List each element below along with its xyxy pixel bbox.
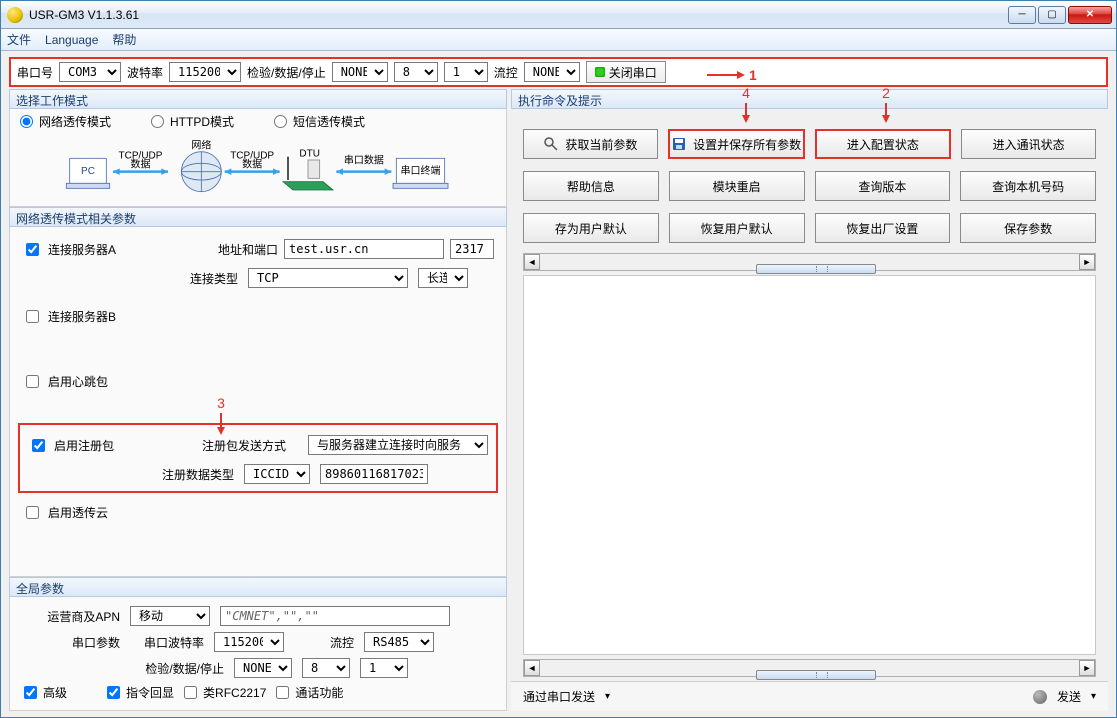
- send-button[interactable]: 发送: [1057, 688, 1081, 705]
- scroll-right-icon[interactable]: ►: [1079, 254, 1095, 270]
- g-parity-select[interactable]: NONE: [234, 658, 292, 678]
- port-led-icon: [595, 67, 605, 77]
- conn-a-check[interactable]: [26, 243, 39, 256]
- mode-diagram: PC TCP/UDP 数据 网络 TCP/UDP 数据: [10, 134, 506, 206]
- get-params-button[interactable]: 获取当前参数: [523, 129, 658, 159]
- serial-toolbar: 串口号 COM3 波特率 115200 检验/数据/停止 NONE 8 1 流控…: [9, 57, 1108, 87]
- g-data-select[interactable]: 8: [302, 658, 350, 678]
- search-icon: [543, 136, 559, 152]
- heartbeat-check[interactable]: [26, 375, 39, 388]
- baud-select[interactable]: 115200: [169, 62, 241, 82]
- annot-3: 3: [214, 395, 228, 411]
- factory-button[interactable]: 恢复出厂设置: [815, 213, 951, 243]
- titlebar: USR-GM3 V1.1.3.61 ─ ▢ ✕: [1, 1, 1116, 29]
- adv-check[interactable]: 高级: [24, 684, 67, 701]
- app-icon: [7, 7, 23, 23]
- reg-type-select[interactable]: ICCID: [244, 464, 310, 484]
- flow-select[interactable]: NONE: [524, 62, 580, 82]
- dropdown-icon[interactable]: ▾: [1091, 691, 1096, 702]
- mode-net-radio[interactable]: 网络透传模式: [20, 113, 111, 130]
- mode-sms-radio[interactable]: 短信透传模式: [274, 113, 365, 130]
- mode-section-title: 选择工作模式: [9, 89, 507, 109]
- svg-text:DTU: DTU: [299, 149, 320, 160]
- annot-4: 4: [739, 85, 753, 101]
- minimize-button[interactable]: ─: [1008, 6, 1036, 24]
- help-button[interactable]: 帮助信息: [523, 171, 659, 201]
- stopbits-select[interactable]: 1: [444, 62, 488, 82]
- reg-enable-check[interactable]: [32, 439, 45, 452]
- parity-select[interactable]: NONE: [332, 62, 388, 82]
- scroll-left-icon[interactable]: ◄: [524, 660, 540, 676]
- enter-comm-button[interactable]: 进入通讯状态: [961, 129, 1096, 159]
- reg-data-input[interactable]: [320, 464, 428, 484]
- save-user-button[interactable]: 存为用户默认: [523, 213, 659, 243]
- send-status-icon: [1033, 690, 1047, 704]
- global-title: 全局参数: [9, 577, 507, 597]
- restore-user-button[interactable]: 恢复用户默认: [669, 213, 805, 243]
- baud-label: 波特率: [127, 64, 163, 81]
- svg-text:PC: PC: [81, 166, 95, 177]
- svg-text:串口数据: 串口数据: [344, 153, 384, 166]
- parity-label: 检验/数据/停止: [247, 64, 326, 81]
- local-number-button[interactable]: 查询本机号码: [960, 171, 1096, 201]
- lower-scrollbar[interactable]: ◄ ►: [523, 659, 1096, 677]
- window-title: USR-GM3 V1.1.3.61: [29, 8, 1008, 22]
- conn-b-check[interactable]: [26, 310, 39, 323]
- echo-check[interactable]: 指令回显: [107, 684, 174, 701]
- cmd-title: 执行命令及提示: [511, 89, 1108, 109]
- port-select[interactable]: COM3: [59, 62, 121, 82]
- rfc-check[interactable]: 类RFC2217: [184, 684, 266, 701]
- addr-input[interactable]: [284, 239, 444, 259]
- log-area: [523, 275, 1096, 655]
- register-box: 启用注册包 注册包发送方式 与服务器建立连接时向服务 注册数据类型 ICCID: [18, 423, 498, 493]
- svg-text:数据: 数据: [242, 158, 262, 171]
- scroll-left-icon[interactable]: ◄: [524, 254, 540, 270]
- save-icon: [671, 136, 687, 152]
- close-button[interactable]: ✕: [1068, 6, 1112, 24]
- annot-2: 2: [879, 85, 893, 101]
- conn-type-select[interactable]: TCP: [248, 268, 408, 288]
- menu-language[interactable]: Language: [45, 33, 98, 47]
- enter-config-button[interactable]: 进入配置状态: [815, 129, 952, 159]
- databits-select[interactable]: 8: [394, 62, 438, 82]
- svg-text:网络: 网络: [191, 140, 211, 151]
- flow-label: 流控: [494, 64, 518, 81]
- g-baud-select[interactable]: 115200: [214, 632, 284, 652]
- apn-select[interactable]: 移动: [130, 606, 210, 626]
- svg-text:串口终端: 串口终端: [401, 164, 441, 177]
- port-input[interactable]: [450, 239, 494, 259]
- mode-httpd-radio[interactable]: HTTPD模式: [151, 113, 234, 130]
- version-button[interactable]: 查询版本: [815, 171, 951, 201]
- annot-1: 1: [749, 67, 757, 83]
- netparams-title: 网络透传模式相关参数: [9, 207, 507, 227]
- menu-file[interactable]: 文件: [7, 31, 31, 48]
- save-all-button[interactable]: 设置并保存所有参数: [668, 129, 805, 159]
- save-params-button[interactable]: 保存参数: [960, 213, 1096, 243]
- g-flow-select[interactable]: RS485: [364, 632, 434, 652]
- persist-select[interactable]: 长连接: [418, 268, 468, 288]
- send-via-label: 通过串口发送: [523, 688, 595, 705]
- svg-text:数据: 数据: [131, 158, 151, 171]
- reboot-button[interactable]: 模块重启: [669, 171, 805, 201]
- scroll-right-icon[interactable]: ►: [1079, 660, 1095, 676]
- apn-input[interactable]: [220, 606, 450, 626]
- cloud-check[interactable]: [26, 506, 39, 519]
- call-check[interactable]: 通话功能: [276, 684, 343, 701]
- menubar: 文件 Language 帮助: [1, 29, 1116, 51]
- g-stop-select[interactable]: 1: [360, 658, 408, 678]
- close-port-button[interactable]: 关闭串口: [586, 61, 666, 83]
- reg-mode-select[interactable]: 与服务器建立连接时向服务: [308, 435, 488, 455]
- maximize-button[interactable]: ▢: [1038, 6, 1066, 24]
- upper-scrollbar[interactable]: ◄ ►: [523, 253, 1096, 271]
- port-label: 串口号: [17, 64, 53, 81]
- menu-help[interactable]: 帮助: [112, 31, 136, 48]
- dropdown-icon[interactable]: ▾: [605, 691, 610, 702]
